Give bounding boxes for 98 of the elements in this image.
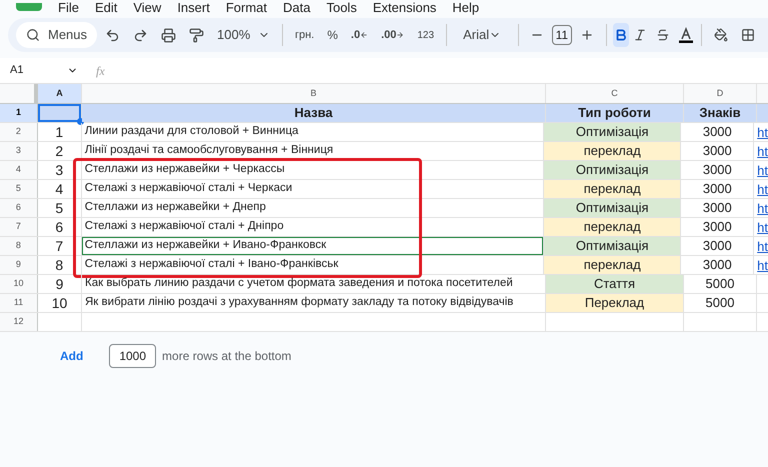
table-cell: Оптимізація xyxy=(544,237,682,255)
printer-icon xyxy=(161,28,176,42)
bold-button[interactable] xyxy=(613,23,630,47)
increase-decimals-button[interactable]: .00 xyxy=(376,22,410,48)
table-cell: 2 xyxy=(38,142,82,160)
menu-item[interactable]: File xyxy=(50,0,87,14)
table-cell: 10 xyxy=(38,294,82,312)
header-cell xyxy=(757,104,768,122)
menu-item[interactable]: Extensions xyxy=(364,0,444,14)
table-cell: 3000 xyxy=(681,142,754,160)
percent-button[interactable]: % xyxy=(322,22,343,48)
column-header[interactable]: A xyxy=(38,84,82,103)
header-cell: Тип роботи xyxy=(546,104,684,122)
font-size-field[interactable]: 11 xyxy=(552,25,572,45)
rows-count-field[interactable]: 1000 xyxy=(109,344,156,368)
italic-icon xyxy=(633,28,648,42)
table-cell: переклад xyxy=(544,142,682,160)
currency-button[interactable]: грн. xyxy=(290,22,320,48)
row-number[interactable]: 5 xyxy=(0,180,38,198)
table-cell: 3000 xyxy=(681,256,754,274)
row-number[interactable]: 1 xyxy=(0,104,38,122)
bold-icon xyxy=(614,28,628,42)
table-cell: 5000 xyxy=(684,294,757,312)
row-number[interactable]: 10 xyxy=(0,275,38,293)
menu-item[interactable]: Help xyxy=(444,0,488,14)
font-dropdown[interactable]: Arial xyxy=(454,22,511,48)
table-cell: переклад xyxy=(544,256,682,274)
table-cell: Стаття xyxy=(546,275,684,293)
rows-count-hint: more rows at the bottom xyxy=(162,348,292,365)
table-cell: 3000 xyxy=(681,199,754,217)
menu-item[interactable]: Insert xyxy=(169,0,218,14)
undo-icon xyxy=(105,28,120,42)
name-box[interactable]: A1 xyxy=(0,62,82,79)
table-cell: 7 xyxy=(38,237,82,255)
link[interactable]: ht xyxy=(757,258,768,272)
table-cell: 3000 xyxy=(681,180,754,198)
table-cell: 3 xyxy=(38,161,82,179)
zoom-dropdown[interactable]: 100% xyxy=(212,22,276,48)
table-cell: 5 xyxy=(38,199,82,217)
table-cell: 8 xyxy=(38,256,82,274)
text-color-icon xyxy=(678,27,694,43)
table-cell: 3000 xyxy=(681,161,754,179)
row-number[interactable]: 12 xyxy=(0,313,38,331)
link[interactable]: ht xyxy=(757,240,768,252)
menu-item[interactable]: Format xyxy=(218,0,275,14)
table-cell: Переклад xyxy=(546,294,684,312)
row-number[interactable]: 2 xyxy=(0,123,38,141)
arrow-right-icon xyxy=(396,31,404,39)
header-cell: Назва xyxy=(82,104,546,122)
row-number[interactable]: 3 xyxy=(0,142,38,160)
plus-icon xyxy=(580,28,594,42)
table-cell: переклад xyxy=(544,218,682,236)
column-header[interactable]: D xyxy=(684,84,757,103)
column-header[interactable]: B xyxy=(82,84,546,103)
table-cell: Стеллажи из нержавейки + Ивано-Франковск xyxy=(82,237,544,255)
link[interactable]: ht xyxy=(757,220,768,234)
paint-bucket-icon xyxy=(714,28,728,42)
app-logo-icon xyxy=(16,3,42,11)
strikethrough-icon xyxy=(656,28,670,42)
row-number[interactable]: 8 xyxy=(0,237,38,255)
number-format-button[interactable]: 123 xyxy=(412,22,440,48)
link[interactable]: ht xyxy=(757,144,768,158)
row-number[interactable]: 11 xyxy=(0,294,38,312)
table-cell: 3000 xyxy=(681,123,754,141)
table-cell: 9 xyxy=(38,275,82,293)
link[interactable]: ht xyxy=(757,182,768,196)
menus-search-button[interactable]: Menus xyxy=(16,22,98,48)
table-cell: 3000 xyxy=(681,237,754,255)
row-number[interactable]: 7 xyxy=(0,218,38,236)
formula-label: fx xyxy=(96,62,105,80)
header-cell: Знаків xyxy=(684,104,757,122)
table-cell: 1 xyxy=(38,123,82,141)
link[interactable]: ht xyxy=(757,202,768,214)
search-icon xyxy=(26,28,40,42)
paint-roller-icon xyxy=(189,28,204,42)
row-number[interactable]: 4 xyxy=(0,161,38,179)
table-cell: Оптимізація xyxy=(544,123,682,141)
row-number[interactable]: 6 xyxy=(0,199,38,217)
decrease-decimals-button[interactable]: .0 xyxy=(346,22,374,48)
menu-item[interactable]: Tools xyxy=(318,0,365,14)
table-cell: Оптимізація xyxy=(544,199,682,217)
column-header[interactable]: C xyxy=(546,84,684,103)
table-cell: 4 xyxy=(38,180,82,198)
menu-item[interactable]: View xyxy=(125,0,170,14)
table-cell: 5000 xyxy=(684,275,757,293)
table-cell: Оптимізація xyxy=(544,161,682,179)
row-number[interactable]: 9 xyxy=(0,256,38,274)
menu-item[interactable]: Data xyxy=(275,0,318,14)
link[interactable]: ht xyxy=(757,164,768,176)
menu-item[interactable]: Edit xyxy=(86,0,126,14)
arrow-left-icon xyxy=(360,31,368,39)
link[interactable]: ht xyxy=(757,126,768,138)
table-cell: переклад xyxy=(544,180,682,198)
redo-icon xyxy=(133,28,148,42)
borders-icon xyxy=(741,28,755,42)
table-cell: 3000 xyxy=(681,218,754,236)
table-cell: 6 xyxy=(38,218,82,236)
add-rows-button[interactable]: Add xyxy=(60,347,84,365)
